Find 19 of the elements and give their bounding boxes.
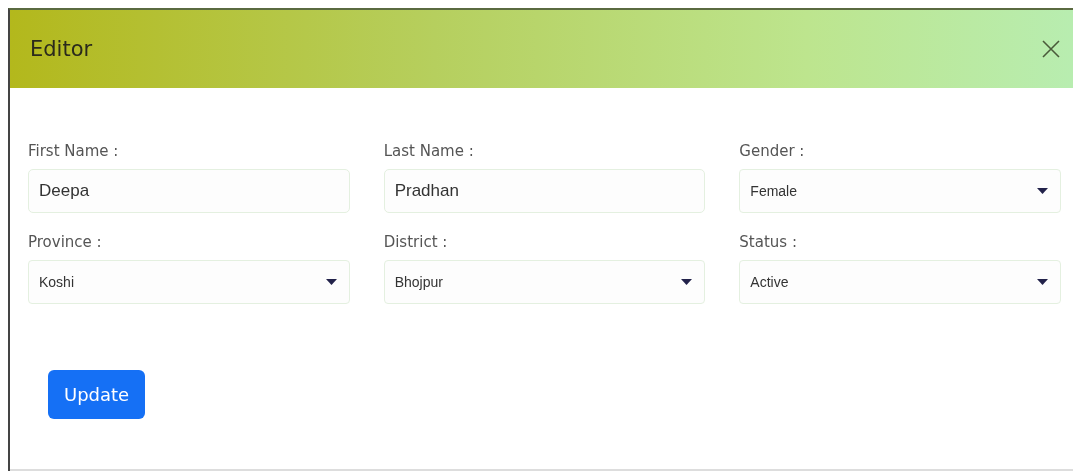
caret-icon (1037, 188, 1048, 194)
field-label: Status : (739, 233, 798, 251)
caret-icon (1037, 279, 1048, 285)
dropdown-field[interactable]: Active (739, 260, 1061, 304)
field-label: District : (383, 233, 449, 251)
close-icon (1041, 39, 1061, 59)
field-label: Gender : (739, 142, 806, 160)
dropdown-field[interactable]: Female (739, 169, 1061, 213)
input-field[interactable]: Deepa (28, 169, 350, 213)
field-label: Province : (28, 233, 103, 251)
dropdown-field[interactable]: Bhojpur (383, 260, 706, 304)
input-field[interactable]: Pradhan (383, 169, 706, 213)
dialog-title: Editor (30, 37, 93, 61)
caret-icon (681, 279, 693, 285)
update-button[interactable]: Update (48, 370, 146, 419)
dropdown-field[interactable]: Koshi (28, 260, 350, 304)
field-label: First Name : (28, 142, 120, 160)
caret-icon (325, 279, 337, 285)
field-label: Last Name : (383, 142, 475, 160)
